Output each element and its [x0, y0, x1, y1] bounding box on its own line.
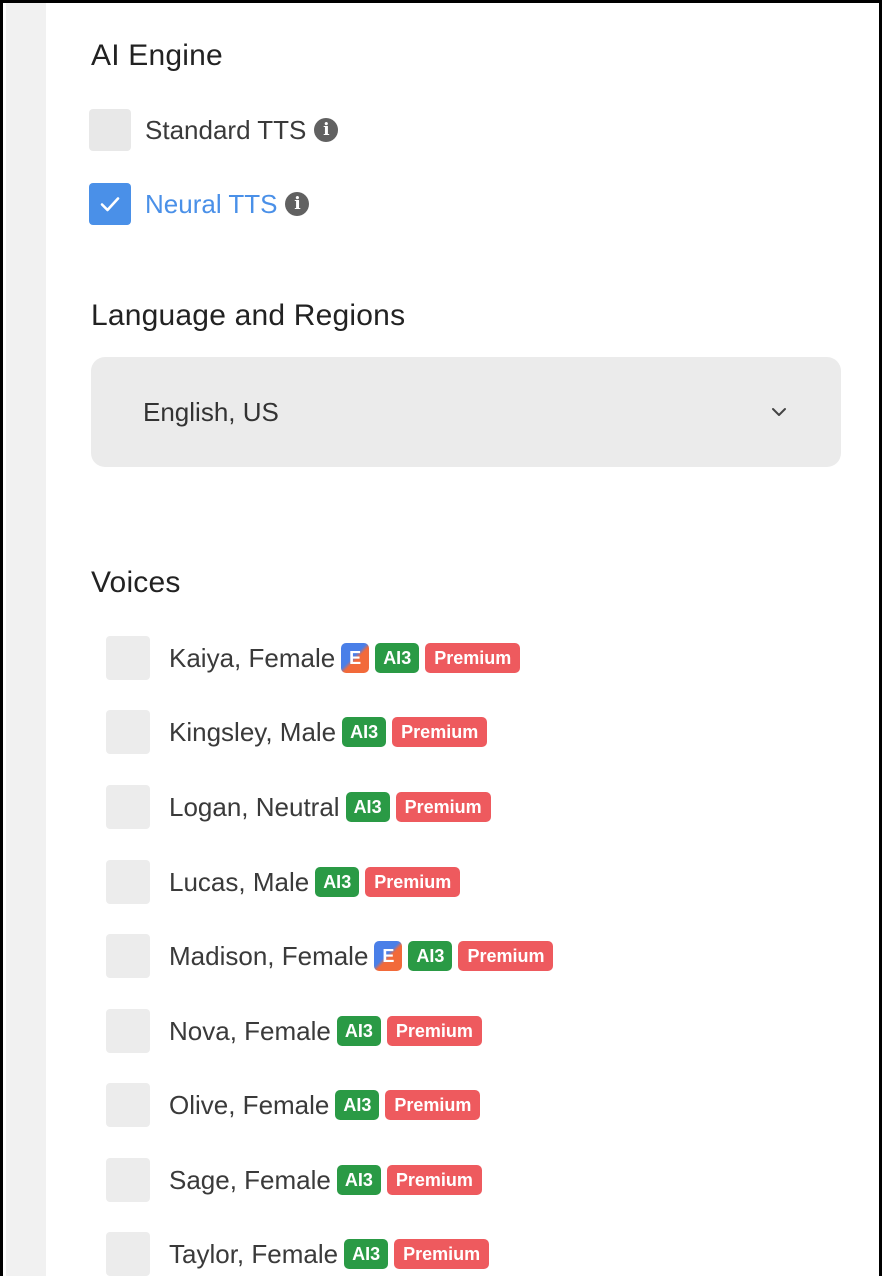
- premium-badge: Premium: [365, 867, 461, 897]
- checkmark-icon: [100, 197, 120, 212]
- ai3-badge: AI3: [375, 643, 420, 673]
- premium-badge: Premium: [395, 792, 491, 822]
- standard-tts-checkbox[interactable]: [89, 109, 131, 151]
- ai-engine-title: AI Engine: [91, 39, 223, 72]
- voice-label: Madison, Female: [169, 940, 369, 971]
- ai3-badge: AI3: [408, 941, 453, 971]
- voice-label: Taylor, Female: [169, 1238, 339, 1269]
- voice-item[interactable]: Kaiya, Female E AI3 Premium: [106, 636, 521, 680]
- standard-tts-label: Standard TTS: [145, 114, 307, 145]
- e-badge: E: [374, 941, 403, 971]
- ai3-badge: AI3: [336, 1016, 381, 1046]
- neural-tts-label: Neural TTS: [145, 188, 278, 219]
- chevron-down-icon: [769, 402, 789, 422]
- voice-item[interactable]: Lucas, Male AI3 Premium: [106, 860, 461, 904]
- ai3-badge: AI3: [344, 1239, 389, 1269]
- neural-tts-option[interactable]: Neural TTS i: [89, 182, 310, 226]
- premium-badge: Premium: [386, 1016, 482, 1046]
- ai3-badge: AI3: [342, 717, 387, 747]
- premium-badge: Premium: [425, 643, 521, 673]
- neural-tts-checkbox[interactable]: [89, 183, 131, 225]
- voices-title: Voices: [91, 566, 181, 599]
- voice-checkbox[interactable]: [106, 1083, 150, 1127]
- voice-item[interactable]: Sage, Female AI3 Premium: [106, 1158, 482, 1202]
- voice-label: Logan, Neutral: [169, 791, 340, 822]
- voice-item[interactable]: Logan, Neutral AI3 Premium: [106, 785, 491, 829]
- voice-label: Kaiya, Female: [169, 642, 336, 673]
- ai3-badge: AI3: [345, 792, 390, 822]
- premium-badge: Premium: [394, 1239, 490, 1269]
- left-sidebar-strip: [6, 3, 46, 1276]
- premium-badge: Premium: [392, 717, 488, 747]
- voice-checkbox[interactable]: [106, 785, 150, 829]
- voice-label: Nova, Female: [169, 1015, 331, 1046]
- ai3-badge: AI3: [335, 1090, 380, 1120]
- voice-item[interactable]: Olive, Female AI3 Premium: [106, 1083, 481, 1127]
- voice-checkbox[interactable]: [106, 934, 150, 978]
- voice-item[interactable]: Nova, Female AI3 Premium: [106, 1009, 482, 1053]
- voice-checkbox[interactable]: [106, 710, 150, 754]
- premium-badge: Premium: [385, 1090, 481, 1120]
- voice-item[interactable]: Madison, Female E AI3 Premium: [106, 934, 554, 978]
- ai3-badge: AI3: [336, 1165, 381, 1195]
- voice-checkbox[interactable]: [106, 1232, 150, 1276]
- info-icon[interactable]: i: [314, 118, 339, 142]
- ai3-badge: AI3: [315, 867, 360, 897]
- voice-checkbox[interactable]: [106, 860, 150, 904]
- premium-badge: Premium: [386, 1165, 482, 1195]
- voice-item[interactable]: Taylor, Female AI3 Premium: [106, 1232, 490, 1276]
- info-icon[interactable]: i: [285, 192, 310, 216]
- language-dropdown[interactable]: English, US: [91, 357, 841, 467]
- language-title: Language and Regions: [91, 299, 406, 332]
- premium-badge: Premium: [458, 941, 554, 971]
- voice-checkbox[interactable]: [106, 1009, 150, 1053]
- language-selected-value: English, US: [143, 396, 279, 427]
- voice-item[interactable]: Kingsley, Male AI3 Premium: [106, 710, 488, 754]
- e-badge: E: [341, 643, 370, 673]
- voice-label: Kingsley, Male: [169, 716, 337, 747]
- settings-frame: AI Engine Standard TTS i Neural TTS i La…: [0, 0, 882, 1276]
- voice-label: Olive, Female: [169, 1089, 330, 1120]
- voice-label: Lucas, Male: [169, 866, 310, 897]
- voice-checkbox[interactable]: [106, 1158, 150, 1202]
- voice-checkbox[interactable]: [106, 636, 150, 680]
- standard-tts-option[interactable]: Standard TTS i: [89, 108, 339, 152]
- voice-label: Sage, Female: [169, 1164, 331, 1195]
